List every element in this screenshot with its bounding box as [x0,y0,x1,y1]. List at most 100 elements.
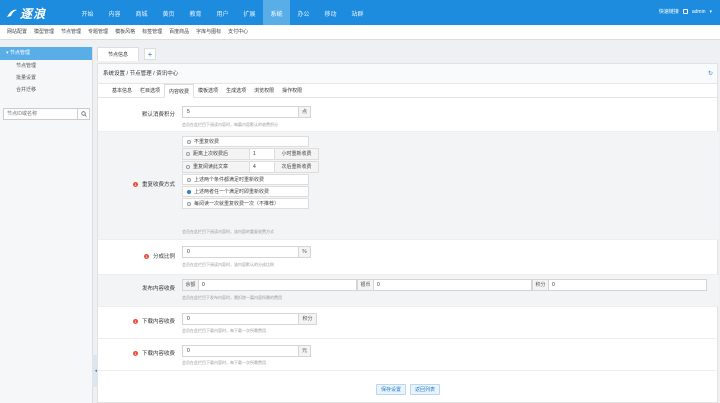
repeat-option-both[interactable]: 上述两个条件都满足时重新收费 [182,174,309,185]
subnav-item[interactable]: 标签管理 [139,25,165,39]
logo[interactable]: 逐浪 [6,4,76,22]
top-tools: 快速链接 admin ▾ [659,8,712,16]
download-cash-input[interactable]: 0 [182,345,299,357]
add-tab-button[interactable]: + [144,48,156,60]
settings-tab[interactable]: 栏目选项 [136,84,164,97]
subnav-item[interactable]: 专题管理 [85,25,111,39]
radio-selected-icon [187,189,191,194]
settings-tab[interactable]: 基本信息 [108,84,136,97]
settings-tab[interactable]: 模板选项 [194,84,222,97]
sidebar-title[interactable]: ▾ 节点管理 [0,47,92,60]
publish-charge-help: 会员在此栏目下发布内容时，需扣除一篇内容所需的费用 [182,295,282,300]
publish-silver: 银币 0 [357,279,532,291]
publish-silver-input[interactable]: 0 [374,279,532,291]
share-ratio-help: 会员在此栏目下阅读内容时，该内容默认的分成比例 [182,262,274,267]
subnav-item[interactable]: 模型管理 [31,25,57,39]
topnav-item[interactable]: 移动 [317,0,344,25]
download-cash-help: 会员在此栏目下载内容时，每下载一次所需费用 [182,360,266,365]
subnav-item[interactable]: 网站配置 [4,25,30,39]
download-score-input[interactable]: 0 [182,313,299,325]
search-icon[interactable] [682,9,688,14]
row-publish-charge: 发布内容收费 余额 0 银币 0 积分 0 会员在此栏目下发布内容时，需扣除一篇内容所… [98,275,719,307]
default-score-input[interactable]: 5 [182,106,299,118]
required-badge: 1 [143,254,149,260]
search-icon [80,111,87,117]
repeat-charge-label: 1 重复收费方式 [132,182,175,188]
share-ratio-unit: % [299,246,311,258]
breadcrumb-node[interactable]: 节点管理 [130,71,152,77]
settings-tab[interactable]: 内容收费 [164,84,195,98]
repeat-option-times: 重复阅读此文章 4 次后重新收费 [182,161,319,173]
settings-tab[interactable]: 操作权限 [278,84,306,97]
settings-tabs: 基本信息 栏目选项 内容收费 模板选项 生成选项 浏览权限 操作权限 [98,84,717,98]
settings-tab[interactable]: 浏览权限 [250,84,278,97]
subnav-item[interactable]: 节点管理 [58,25,84,39]
back-button[interactable]: 返回列表 [410,384,441,395]
repeat-option-none[interactable]: 不重复收费 [182,136,309,147]
topnav-item[interactable]: 商城 [128,0,155,25]
default-score-unit: 点 [299,106,311,118]
radio-icon [186,165,190,169]
publish-balance-input[interactable]: 0 [199,279,357,291]
publish-charge-label: 发布内容收费 [141,286,175,292]
repeat-options: 不重复收费 距离上次收费后 1 小时重新收费 重复阅读此文章 4 次后重新收费 … [182,136,319,210]
top-nav: 开始 内容 商城 黄页 教育 用户 扩展 系统 办公 移动 站群 [74,0,371,25]
repeat-option-either[interactable]: 上述两者任一个满足时即重新收费 [182,186,309,197]
required-badge: 1 [132,319,138,325]
topnav-item[interactable]: 扩展 [236,0,263,25]
search-button[interactable] [77,109,89,119]
row-share-ratio: 1 分成比例 0 % 会员在此栏目下阅读内容时，该内容默认的分成比例 [98,240,719,275]
topnav-item[interactable]: 内容 [101,0,128,25]
radio-icon [187,139,191,144]
save-button[interactable]: 保存设置 [376,384,407,395]
sidebar: ▾ 节点管理 节点管理 批量设置 合并迁移 [0,47,93,403]
row-default-score: 默认消费积分 5 点 会员在此栏目下阅读内容时，每篇内容默认的收费积分 [98,100,719,132]
quick-links[interactable]: 快速链接 [659,8,679,15]
subnav-item[interactable]: 支付中心 [225,25,251,39]
topnav-item[interactable]: 教育 [182,0,209,25]
repeat-times-input[interactable]: 4 [250,161,275,173]
topnav-item[interactable]: 黄页 [155,0,182,25]
tab-node-info[interactable]: 节点信息 [97,47,139,61]
subnav-item[interactable]: 模板风格 [112,25,138,39]
subnav-item[interactable]: 字库与图标 [193,25,224,39]
chevron-down-icon[interactable]: ▾ [709,9,712,15]
publish-points-input[interactable]: 0 [549,279,707,291]
sidebar-item[interactable]: 节点管理 [0,60,92,72]
subnav-item[interactable]: 百度商品 [166,25,192,39]
required-badge: 1 [132,351,138,357]
default-score-help: 会员在此栏目下阅读内容时，每篇内容默认的收费积分 [182,122,278,127]
breadcrumb-current: 资讯中心 [156,71,179,77]
topnav-item[interactable]: 开始 [74,0,101,25]
page-tab-bar: 节点信息 + [93,47,720,61]
breadcrumb-system[interactable]: 系统设置 [103,71,125,77]
row-download-score: 1 下载内容收费 0 积分 会员在此栏目下载内容时，每下载一次所需费用 [98,307,719,339]
download-cash-label: 1 下载内容收费 [132,351,175,357]
main-panel: 系统设置 / 节点管理 / 资讯中心 ↻ 基本信息 栏目选项 内容收费 模板选项 生成选… [97,63,719,403]
node-search-input[interactable] [4,109,77,119]
sidebar-item[interactable]: 批量设置 [0,72,92,84]
settings-tab[interactable]: 生成选项 [222,84,250,97]
default-score-label: 默认消费积分 [141,112,175,118]
download-score-label: 1 下载内容收费 [132,319,175,325]
topnav-item[interactable]: 办公 [290,0,317,25]
repeat-hours-input[interactable]: 1 [250,148,275,160]
radio-icon [187,177,191,182]
refresh-icon[interactable]: ↻ [708,64,713,84]
logo-mark-icon [7,9,17,17]
logo-text: 逐浪 [20,6,47,21]
topnav-item[interactable]: 系统 [263,0,290,25]
share-ratio-input[interactable]: 0 [182,246,299,258]
publish-points: 积分 0 [532,279,707,291]
radio-icon [187,201,191,206]
repeat-charge-help: 会员在此栏目下阅读内容时，该内容的重复收费方式 [182,229,274,234]
repeat-option-every[interactable]: 每阅读一次就重复收费一次（不推荐） [182,198,309,209]
sidebar-item[interactable]: 合并迁移 [0,84,92,96]
charge-form: 默认消费积分 5 点 会员在此栏目下阅读内容时，每篇内容默认的收费积分 1 重复收… [98,100,719,371]
topnav-item[interactable]: 用户 [209,0,236,25]
radio-icon [186,152,190,156]
breadcrumb: 系统设置 / 节点管理 / 资讯中心 ↻ [98,64,717,84]
publish-balance: 余额 0 [182,279,357,291]
topnav-item[interactable]: 站群 [344,0,371,25]
user-menu[interactable]: admin [692,9,706,15]
